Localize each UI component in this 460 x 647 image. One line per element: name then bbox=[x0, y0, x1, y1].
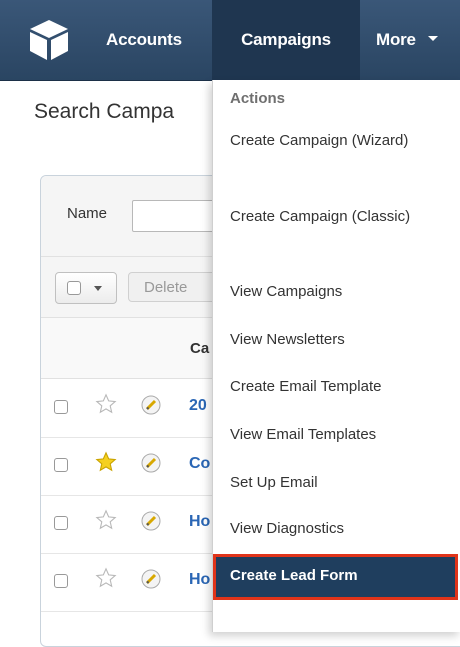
menu-item-view-diagnostics[interactable]: View Diagnostics bbox=[230, 518, 455, 540]
edit-pencil-icon[interactable] bbox=[141, 395, 161, 415]
campaign-column-header[interactable]: Ca bbox=[190, 340, 209, 357]
menu-item-create-email-template[interactable]: Create Email Template bbox=[230, 376, 455, 398]
sugar-cube-logo-icon[interactable] bbox=[28, 18, 70, 62]
row-checkbox[interactable] bbox=[54, 400, 68, 414]
menu-section-header: Actions bbox=[230, 90, 286, 107]
campaign-name-link[interactable]: Ho bbox=[189, 513, 210, 531]
campaign-name-link[interactable]: Ho bbox=[189, 571, 210, 589]
name-filter-label: Name bbox=[67, 205, 108, 222]
star-icon[interactable] bbox=[95, 393, 117, 415]
star-favorite-icon[interactable] bbox=[95, 451, 117, 473]
nav-accounts[interactable]: Accounts bbox=[106, 0, 212, 80]
campaigns-dropdown-menu: Actions Create Campaign (Wizard) Create … bbox=[212, 80, 460, 632]
menu-item-create-lead-form[interactable]: Create Lead Form bbox=[213, 554, 458, 600]
top-navbar: Accounts Campaigns More bbox=[0, 0, 460, 81]
row-checkbox[interactable] bbox=[54, 458, 68, 472]
caret-down-icon bbox=[94, 286, 102, 291]
nav-more-label: More bbox=[376, 30, 416, 49]
row-checkbox[interactable] bbox=[54, 574, 68, 588]
row-checkbox[interactable] bbox=[54, 516, 68, 530]
select-all-dropdown[interactable] bbox=[55, 272, 117, 304]
menu-item-set-up-email[interactable]: Set Up Email bbox=[230, 472, 455, 494]
menu-item-create-campaign-wizard[interactable]: Create Campaign (Wizard) bbox=[230, 130, 455, 152]
edit-pencil-icon[interactable] bbox=[141, 569, 161, 589]
edit-pencil-icon[interactable] bbox=[141, 453, 161, 473]
menu-item-view-newsletters[interactable]: View Newsletters bbox=[230, 329, 455, 351]
menu-item-view-campaigns[interactable]: View Campaigns bbox=[230, 281, 455, 303]
menu-item-view-email-templates[interactable]: View Email Templates bbox=[230, 424, 455, 446]
campaign-name-link[interactable]: 20 bbox=[189, 397, 207, 415]
nav-campaigns[interactable]: Campaigns bbox=[212, 0, 360, 80]
campaign-name-link[interactable]: Co bbox=[189, 455, 210, 473]
menu-item-label: Create Lead Form bbox=[230, 567, 358, 584]
star-icon[interactable] bbox=[95, 567, 117, 589]
nav-more[interactable]: More bbox=[372, 0, 460, 80]
edit-pencil-icon[interactable] bbox=[141, 511, 161, 531]
chevron-down-icon bbox=[427, 36, 438, 42]
menu-item-create-campaign-classic[interactable]: Create Campaign (Classic) bbox=[230, 206, 455, 228]
star-icon[interactable] bbox=[95, 509, 117, 531]
select-all-checkbox[interactable] bbox=[67, 281, 81, 295]
delete-button[interactable]: Delete bbox=[128, 272, 218, 302]
page-title: Search Campa bbox=[34, 100, 175, 123]
